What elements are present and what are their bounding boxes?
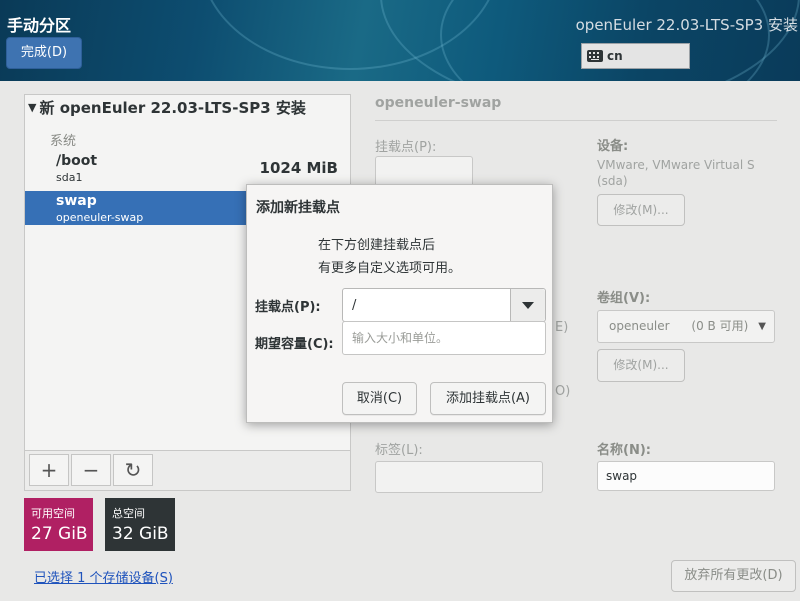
volume-group-value: openeuler [609, 319, 670, 333]
desired-capacity-label: 期望容量(C): [255, 337, 334, 352]
dialog-message-line1: 在下方创建挂载点后 [318, 238, 436, 253]
remove-partition-button[interactable]: − [71, 454, 111, 486]
discard-all-changes-button[interactable]: 放弃所有更改(D) [671, 560, 796, 592]
name-input[interactable]: swap [597, 461, 775, 491]
partition-name: /boot [56, 153, 98, 169]
add-mount-point-dialog: 添加新挂载点 在下方创建挂载点后 有更多自定义选项可用。 挂载点(P): / 期… [246, 184, 553, 423]
header-bar: 手动分区 完成(D) openEuler 22.03-LTS-SP3 安装 cn [0, 0, 800, 81]
keyboard-layout-label: cn [607, 49, 623, 63]
add-partition-button[interactable]: + [29, 454, 69, 486]
volume-group-select[interactable]: openeuler (0 B 可用) ▼ [597, 310, 775, 343]
add-mount-point-button[interactable]: 添加挂载点(A) [430, 382, 546, 415]
obscured-option-label: E) [555, 320, 569, 335]
partition-device: openeuler-swap [56, 211, 144, 224]
name-label: 名称(N): [597, 443, 651, 458]
done-button[interactable]: 完成(D) [6, 37, 82, 69]
keyboard-icon [587, 50, 603, 62]
partition-toolbar: + − ↻ [25, 450, 350, 490]
available-space-value: 27 GiB [31, 524, 88, 544]
details-divider [375, 120, 777, 121]
plus-icon: + [40, 458, 58, 482]
modify-device-button[interactable]: 修改(M)... [597, 194, 685, 226]
mount-point-dropdown-button[interactable] [510, 289, 545, 321]
partition-row-boot[interactable]: /boot sda1 1024 MiB [25, 151, 350, 187]
mount-point-value: / [352, 298, 357, 313]
install-tree-label: 新 openEuler 22.03-LTS-SP3 安装 [39, 99, 306, 117]
modify-volume-group-button[interactable]: 修改(M)... [597, 349, 685, 382]
available-space-tile: 可用空间 27 GiB [24, 498, 93, 551]
obscured-option-label: O) [555, 384, 571, 399]
total-space-tile: 总空间 32 GiB [105, 498, 175, 551]
page-title: 手动分区 [7, 16, 72, 35]
volume-group-free: (0 B 可用) [691, 319, 749, 333]
refresh-icon: ↻ [124, 458, 142, 482]
refresh-button[interactable]: ↻ [113, 454, 153, 486]
dialog-message-line2: 有更多自定义选项可用。 [318, 261, 462, 276]
dropdown-arrow-icon: ▼ [758, 321, 766, 332]
expander-triangle-icon[interactable]: ▼ [28, 101, 36, 114]
chevron-down-icon [522, 302, 534, 309]
partition-size: 1024 MiB [259, 159, 338, 177]
cancel-button[interactable]: 取消(C) [342, 382, 417, 415]
install-title: openEuler 22.03-LTS-SP3 安装 [575, 16, 798, 34]
keyboard-layout-indicator[interactable]: cn [581, 43, 690, 69]
group-label-system: 系统 [50, 134, 77, 149]
selected-storage-link[interactable]: 已选择 1 个存储设备(S) [34, 567, 173, 586]
details-title: openeuler-swap [375, 95, 502, 111]
tag-label: 标签(L): [375, 443, 423, 458]
mount-point-combobox[interactable]: / [342, 288, 546, 322]
device-value: VMware, VMware Virtual S (sda) [597, 158, 755, 188]
partition-device: sda1 [56, 171, 83, 184]
available-space-label: 可用空间 [31, 507, 75, 520]
total-space-label: 总空间 [112, 507, 145, 520]
desired-capacity-input[interactable] [342, 321, 546, 355]
device-label: 设备: [597, 139, 629, 154]
mount-point-label: 挂载点(P): [375, 140, 437, 155]
total-space-value: 32 GiB [112, 524, 169, 544]
minus-icon: − [82, 458, 100, 482]
partition-name: swap [56, 193, 97, 209]
dialog-mount-point-label: 挂载点(P): [255, 300, 321, 315]
tag-input[interactable] [375, 461, 543, 493]
volume-group-label: 卷组(V): [597, 291, 651, 306]
install-tree-header[interactable]: ▼ 新 openEuler 22.03-LTS-SP3 安装 [28, 97, 306, 118]
dialog-title: 添加新挂载点 [256, 200, 340, 216]
